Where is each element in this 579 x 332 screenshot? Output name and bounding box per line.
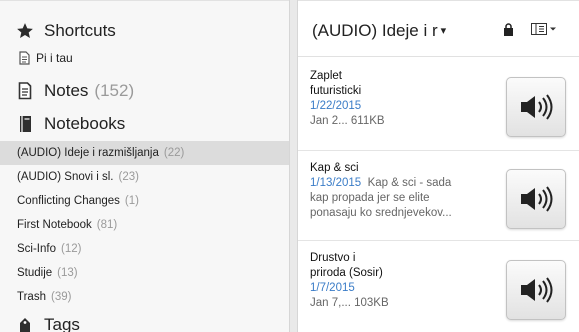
- note-meta: Jan 7,... 103KB: [310, 297, 389, 309]
- notebook-item-count: (39): [50, 291, 72, 303]
- notes-count: (152): [94, 81, 135, 100]
- view-options-icon[interactable]: [531, 23, 557, 36]
- notebook-item-count: (22): [163, 147, 185, 159]
- speaker-icon: [521, 277, 553, 303]
- note-date: 1/22/2015: [310, 100, 362, 112]
- shortcut-item-label: Pi i tau: [36, 51, 73, 65]
- notebook-item[interactable]: First Notebook (81): [0, 213, 289, 237]
- sidebar: Shortcuts Pi i tau Notes (152) Notebooks…: [0, 0, 289, 332]
- notes-label: Notes: [44, 81, 89, 100]
- notebook-item-label: Sci-Info: [17, 243, 56, 255]
- note-list-header: (AUDIO) Ideje i r ▾: [298, 1, 579, 57]
- notebook-item-count: (23): [118, 171, 139, 183]
- notebook-item-count: (13): [57, 267, 78, 279]
- share-icon[interactable]: [503, 23, 514, 37]
- note-date: 1/7/2015: [310, 282, 355, 294]
- notebook-list: (AUDIO) Ideje i razmišljanja (22) (AUDIO…: [0, 141, 289, 309]
- note-title: futuristicki: [310, 85, 362, 97]
- note-snippet: kap propada jer se elite: [310, 192, 430, 204]
- notebook-item[interactable]: (AUDIO) Ideje i razmišljanja (22): [0, 141, 289, 165]
- sidebar-section-notebooks[interactable]: Notebooks: [0, 114, 125, 134]
- note-item-text: Zaplet futuristicki 1/22/2015 Jan 2... 6…: [310, 69, 470, 129]
- audio-thumbnail[interactable]: [506, 77, 566, 137]
- notebook-item-label: (AUDIO) Ideje i razmišljanja: [17, 147, 159, 159]
- notebook-item-label: (AUDIO) Snovi i sl.: [17, 171, 114, 183]
- note-item[interactable]: Drustvo i priroda (Sosir) 1/7/2015 Jan 7…: [298, 241, 579, 332]
- note-icon: [19, 51, 30, 65]
- tags-label: Tags: [44, 315, 80, 332]
- notebook-item-label: First Notebook: [17, 219, 92, 231]
- tags-icon: [14, 317, 36, 332]
- notebook-item-count: (81): [96, 219, 118, 231]
- note-item-text: Kap & sci 1/13/2015 Kap & sci - sada kap…: [310, 161, 470, 221]
- notebook-item-count: (1): [124, 195, 139, 207]
- notebook-title-dropdown[interactable]: (AUDIO) Ideje i r ▾: [312, 21, 446, 41]
- note-title: Drustvo i: [310, 252, 356, 264]
- notebooks-label: Notebooks: [44, 114, 126, 133]
- notebook-item-label: Conflicting Changes: [17, 195, 120, 207]
- notes-icon: [14, 82, 36, 100]
- note-item[interactable]: Kap & sci 1/13/2015 Kap & sci - sada kap…: [298, 151, 579, 241]
- note-title: Kap & sci: [310, 162, 359, 174]
- note-date: 1/13/2015: [310, 177, 362, 189]
- shortcuts-label: Shortcuts: [44, 21, 116, 40]
- note-list-pane: (AUDIO) Ideje i r ▾ Zaplet futuristicki 1…: [298, 0, 579, 332]
- notebooks-icon: [14, 115, 36, 133]
- sidebar-section-notes[interactable]: Notes (152): [0, 81, 134, 101]
- notebook-item[interactable]: Studije (13): [0, 261, 289, 285]
- note-snippet: Kap & sci - sada: [367, 177, 452, 189]
- audio-thumbnail[interactable]: [506, 260, 566, 320]
- note-item-text: Drustvo i priroda (Sosir) 1/7/2015 Jan 7…: [310, 251, 470, 311]
- notebook-item[interactable]: Trash (39): [0, 285, 289, 309]
- speaker-icon: [521, 94, 553, 120]
- shortcut-item[interactable]: Pi i tau: [19, 51, 73, 65]
- sidebar-section-tags[interactable]: Tags: [0, 315, 80, 332]
- notebook-item[interactable]: Sci-Info (12): [0, 237, 289, 261]
- notebook-item[interactable]: Conflicting Changes (1): [0, 189, 289, 213]
- chevron-down-icon: ▾: [440, 25, 447, 37]
- pane-splitter[interactable]: [289, 0, 298, 332]
- star-icon: [14, 22, 36, 40]
- speaker-icon: [521, 186, 553, 212]
- note-title: priroda (Sosir): [310, 267, 383, 279]
- notebook-item-count: (12): [61, 243, 82, 255]
- notebook-item-label: Studije: [17, 267, 53, 279]
- notebook-item[interactable]: (AUDIO) Snovi i sl. (23): [0, 165, 289, 189]
- note-title: Zaplet: [310, 70, 342, 82]
- note-meta: Jan 2... 611KB: [310, 115, 385, 127]
- notebook-title: (AUDIO) Ideje i r: [312, 21, 438, 40]
- notebook-item-label: Trash: [17, 291, 46, 303]
- note-item[interactable]: Zaplet futuristicki 1/22/2015 Jan 2... 6…: [298, 58, 579, 151]
- note-snippet: ponasaju ko srednjevekov...: [310, 207, 452, 219]
- sidebar-section-shortcuts[interactable]: Shortcuts: [0, 21, 116, 41]
- audio-thumbnail[interactable]: [506, 169, 566, 229]
